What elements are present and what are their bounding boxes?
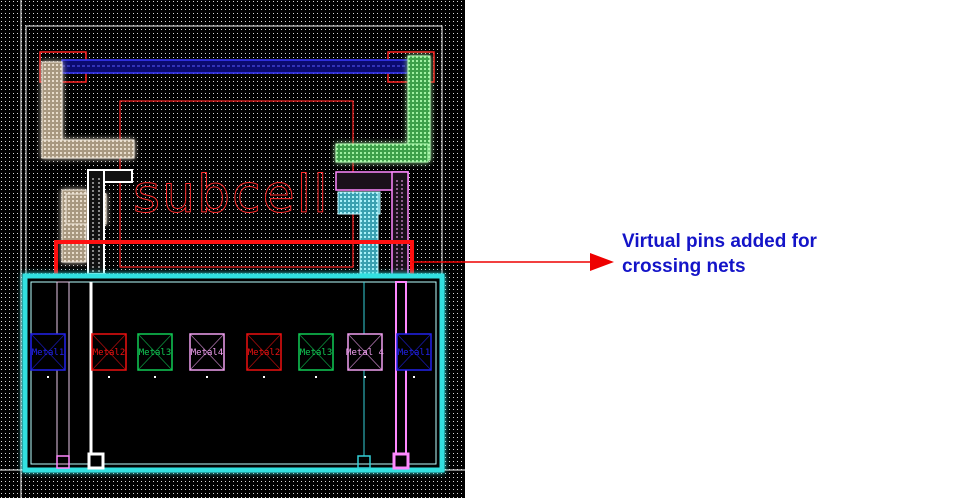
callout-arrow-layer (412, 253, 614, 271)
callout-arrowhead-icon (590, 253, 614, 271)
